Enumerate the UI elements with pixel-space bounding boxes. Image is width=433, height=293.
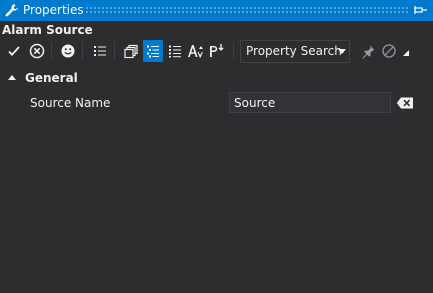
list-icon (94, 46, 106, 56)
properties-toolbar (0, 38, 433, 64)
property-search-label: Property Search (246, 44, 342, 58)
toolbar-separator (82, 42, 83, 60)
font-size-button[interactable] (186, 40, 206, 62)
backspace-clear-icon (396, 97, 413, 108)
emoji-button[interactable] (58, 40, 78, 62)
resize-grip-icon (403, 50, 409, 56)
toolbar-separator (233, 42, 234, 60)
toolbar-overflow-button[interactable] (400, 46, 412, 60)
property-value-input[interactable] (229, 92, 391, 113)
smiley-icon (61, 44, 75, 58)
font-size-icon (188, 45, 203, 59)
alphabetical-list-icon (169, 45, 181, 58)
property-row-source-name: Source Name (0, 92, 433, 114)
collapse-triangle-icon[interactable] (8, 75, 16, 80)
title-bar-grip (85, 6, 409, 15)
pin-icon[interactable] (413, 3, 429, 17)
no-entry-icon (382, 44, 396, 58)
property-sort-button[interactable] (207, 40, 227, 62)
pushpin-icon (361, 45, 374, 59)
property-pages-button[interactable] (121, 40, 141, 62)
cancel-circle-icon (29, 43, 45, 59)
clear-filter-button[interactable] (379, 40, 399, 62)
cancel-button[interactable] (27, 40, 47, 62)
categorized-button[interactable] (143, 40, 163, 62)
selected-object-name: Alarm Source (2, 23, 93, 37)
toolbar-separator (51, 42, 52, 60)
property-sort-icon (210, 44, 224, 57)
clear-value-button[interactable] (392, 92, 418, 113)
property-search-combo[interactable]: Property Search (240, 40, 350, 63)
property-name: Source Name (30, 96, 111, 110)
toolbar-separator (114, 42, 115, 60)
chevron-down-icon[interactable] (338, 49, 346, 54)
window-title-bar[interactable]: Properties (0, 0, 433, 21)
category-general[interactable]: General (0, 67, 433, 89)
pin-filter-button[interactable] (358, 40, 378, 62)
window-title: Properties (23, 3, 84, 17)
apply-button[interactable] (4, 40, 24, 62)
list-view-button[interactable] (90, 40, 110, 62)
property-pages-icon (123, 44, 138, 58)
alphabetical-button[interactable] (165, 40, 185, 62)
wrench-icon (5, 4, 18, 17)
category-label: General (25, 71, 78, 85)
checkmark-icon (8, 46, 20, 57)
categorized-icon (147, 45, 159, 58)
